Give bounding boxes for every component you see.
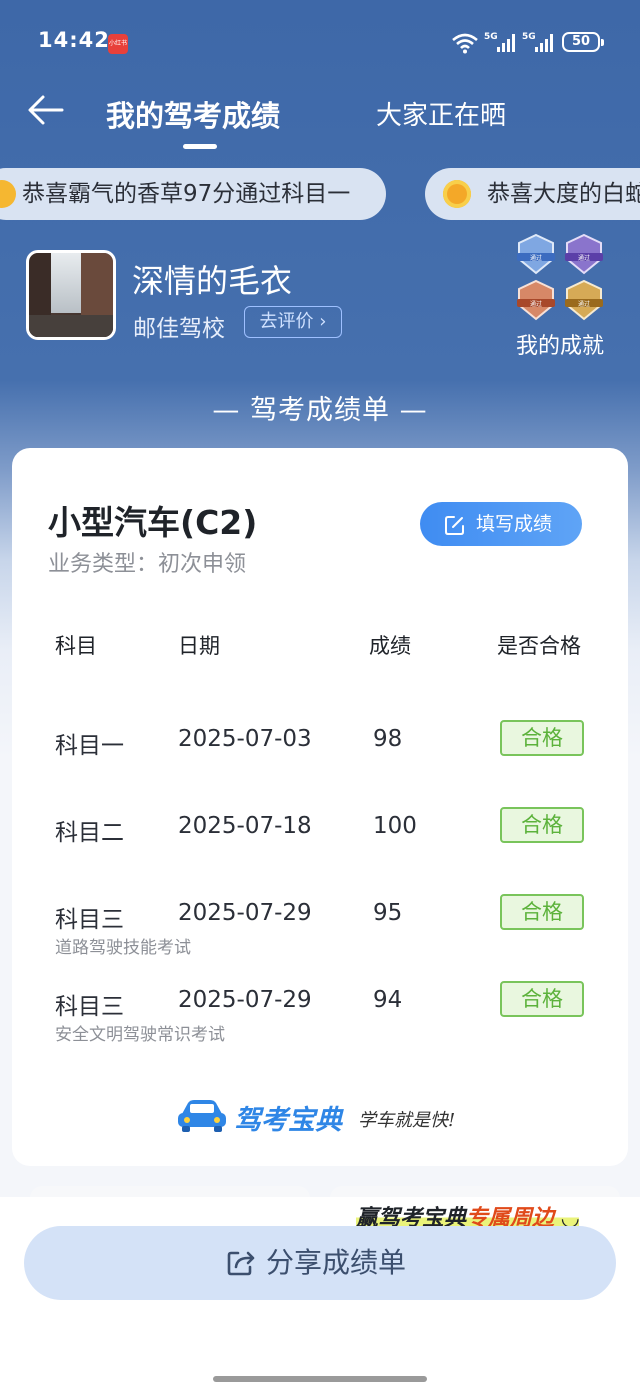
badge-subject3-icon: 通过 (517, 279, 555, 321)
row-date: 2025-07-18 (178, 813, 312, 839)
status-time: 14:42 (38, 28, 110, 52)
home-indicator[interactable] (213, 1376, 427, 1382)
sunflower-emoji-icon (443, 180, 471, 208)
brand-logo: 驾考宝典 学车就是快! (176, 1098, 476, 1138)
svg-text:通过: 通过 (530, 300, 542, 308)
row-score: 100 (373, 813, 417, 839)
pass-badge: 合格 (500, 981, 584, 1017)
column-header-date: 日期 (178, 634, 220, 658)
smiley-emoji-icon (0, 180, 16, 208)
back-button[interactable] (26, 92, 66, 128)
driving-school-name: 邮佳驾校 (133, 316, 225, 342)
column-header-pass: 是否合格 (497, 634, 581, 658)
svg-text:通过: 通过 (578, 300, 590, 308)
network-label-2: 5G (522, 32, 536, 42)
user-nickname: 深情的毛衣 (132, 262, 293, 300)
congrats-ticker: 恭喜霸气的香草97分通过科目一 恭喜大度的白蛇 (0, 166, 640, 222)
network-label-1: 5G (484, 32, 498, 42)
pass-badge: 合格 (500, 807, 584, 843)
row-subject: 科目三 (55, 907, 124, 933)
achievement-badges[interactable]: 通过 通过 通过 通过 (515, 233, 607, 325)
share-score-button[interactable]: 分享成绩单 (24, 1226, 616, 1300)
pass-badge: 合格 (500, 894, 584, 930)
app-notification-icon: 小红书 (108, 34, 128, 54)
battery-icon: 50 (562, 32, 600, 52)
rate-button-label: 去评价 (259, 311, 314, 332)
license-type: 小型汽车(C2) (48, 503, 258, 542)
row-score: 94 (373, 987, 403, 1013)
badge-subject4-icon: 通过 (565, 279, 603, 321)
share-icon (227, 1251, 255, 1276)
column-header-score: 成绩 (369, 634, 411, 658)
badge-subject1-icon: 通过 (517, 233, 555, 275)
status-icons: 5G 5G 50 (452, 30, 604, 56)
ticker-item[interactable]: 恭喜霸气的香草97分通过科目一 (0, 168, 386, 220)
achievements-label[interactable]: 我的成就 (516, 328, 604, 360)
edit-icon (445, 516, 464, 535)
brand-slogan: 学车就是快! (358, 1110, 456, 1131)
active-tab-indicator (183, 144, 217, 149)
signal-icon-1: 5G (484, 32, 515, 52)
ticker-item-text: 恭喜大度的白蛇 (487, 181, 640, 207)
car-logo-icon (178, 1100, 226, 1132)
row-score: 98 (373, 726, 403, 752)
row-score: 95 (373, 900, 403, 926)
row-date: 2025-07-29 (178, 987, 312, 1013)
brand-name: 驾考宝典 (234, 1105, 342, 1136)
ticker-item[interactable]: 恭喜大度的白蛇 (425, 168, 640, 220)
row-subject: 科目二 (55, 820, 124, 846)
pass-badge: 合格 (500, 720, 584, 756)
svg-text:通过: 通过 (530, 254, 542, 262)
row-subject-subtitle: 安全文明驾驶常识考试 (55, 1025, 225, 1045)
business-type: 业务类型：初次申领 (48, 552, 247, 577)
tab-everyone-sharing[interactable]: 大家正在晒 (376, 95, 506, 132)
wifi-icon (452, 33, 478, 54)
row-subject-subtitle: 道路驾驶技能考试 (55, 938, 191, 958)
arrow-left-icon (28, 95, 64, 125)
fill-score-label: 填写成绩 (476, 513, 553, 535)
share-button-label: 分享成绩单 (266, 1246, 407, 1279)
section-title: — 驾考成绩单 — (212, 395, 428, 426)
signal-icon-2: 5G (522, 32, 553, 52)
row-subject: 科目三 (55, 994, 124, 1020)
tab-my-scores[interactable]: 我的驾考成绩 (106, 93, 280, 135)
row-subject: 科目一 (55, 733, 124, 759)
badge-subject2-icon: 通过 (565, 233, 603, 275)
column-header-subject: 科目 (55, 634, 97, 658)
avatar[interactable] (26, 250, 116, 340)
rate-school-button[interactable]: 去评价 › (244, 306, 342, 338)
row-date: 2025-07-29 (178, 900, 312, 926)
ticker-item-text: 恭喜霸气的香草97分通过科目一 (22, 181, 351, 207)
battery-tip (601, 39, 604, 46)
row-date: 2025-07-03 (178, 726, 312, 752)
svg-text:通过: 通过 (578, 254, 590, 262)
fill-score-button[interactable]: 填写成绩 (420, 502, 582, 546)
